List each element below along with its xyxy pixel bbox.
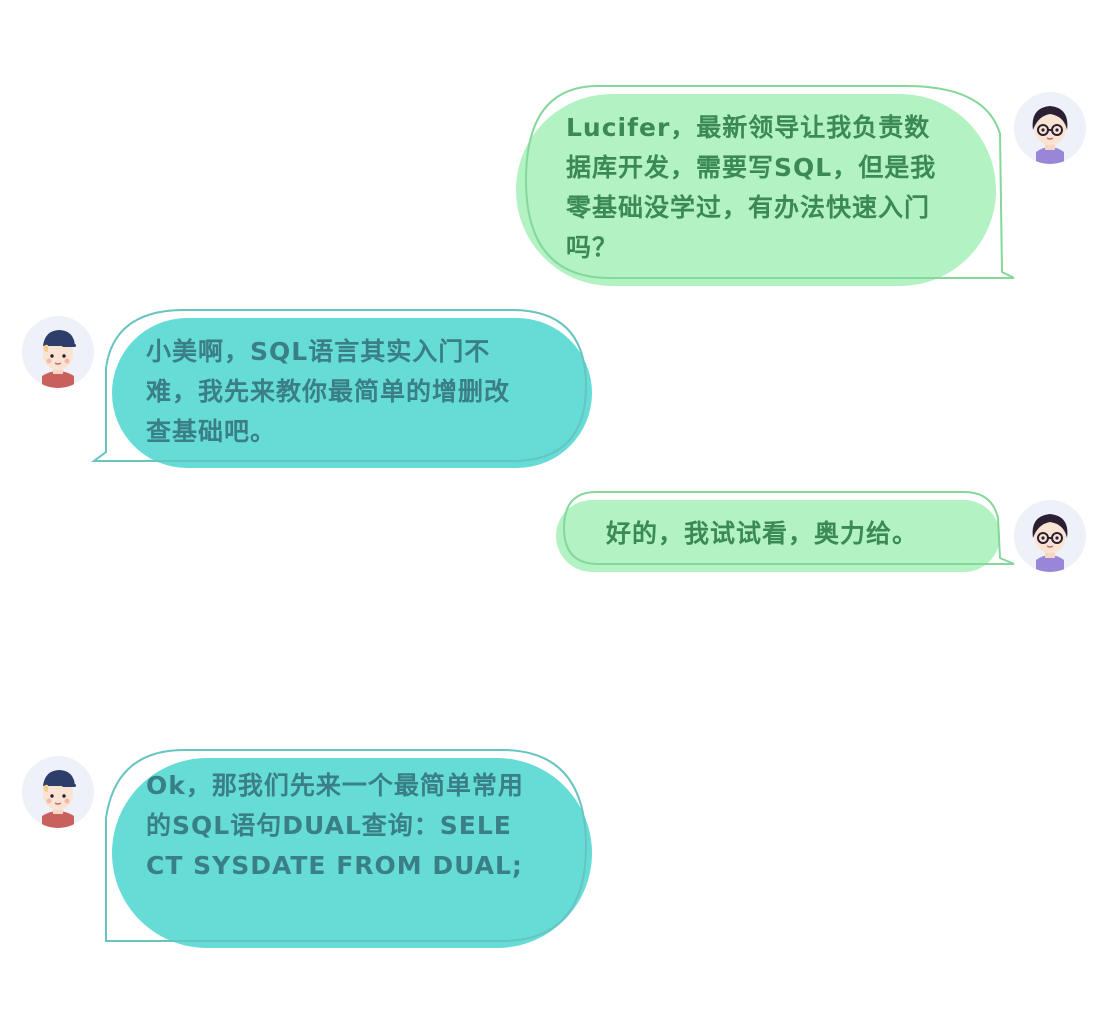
chat-bubble-xiaomei-2: 好的，我试试看，奥力给。 — [552, 490, 1018, 576]
avatar-lucifer — [22, 316, 94, 388]
chat-bubble-lucifer-2: Ok，那我们先来一个最简单常用的SQL语句DUAL查询：SELECT SYSDA… — [92, 748, 598, 954]
avatar-lucifer — [22, 756, 94, 828]
avatar-xiaomei — [1014, 500, 1086, 572]
message-text: Lucifer，最新领导让我负责数据库开发，需要写SQL，但是我零基础没学过，有… — [566, 113, 937, 262]
boy-with-cap-icon — [42, 330, 76, 388]
message-text: 好的，我试试看，奥力给。 — [606, 519, 919, 548]
message-text: Ok，那我们先来一个最简单常用的SQL语句DUAL查询：SELECT SYSDA… — [146, 771, 524, 880]
message-text: 小美啊，SQL语言其实入门不难，我先来教你最简单的增删改查基础吧。 — [146, 337, 511, 446]
chat-bubble-lucifer-1: 小美啊，SQL语言其实入门不难，我先来教你最简单的增删改查基础吧。 — [91, 308, 598, 474]
girl-with-glasses-icon — [1032, 106, 1068, 164]
avatar-xiaomei — [1014, 92, 1086, 164]
boy-with-cap-icon — [42, 770, 76, 828]
chat-bubble-xiaomei-1: Lucifer，最新领导让我负责数据库开发，需要写SQL，但是我零基础没学过，有… — [510, 84, 1020, 289]
girl-with-glasses-icon — [1032, 514, 1068, 572]
